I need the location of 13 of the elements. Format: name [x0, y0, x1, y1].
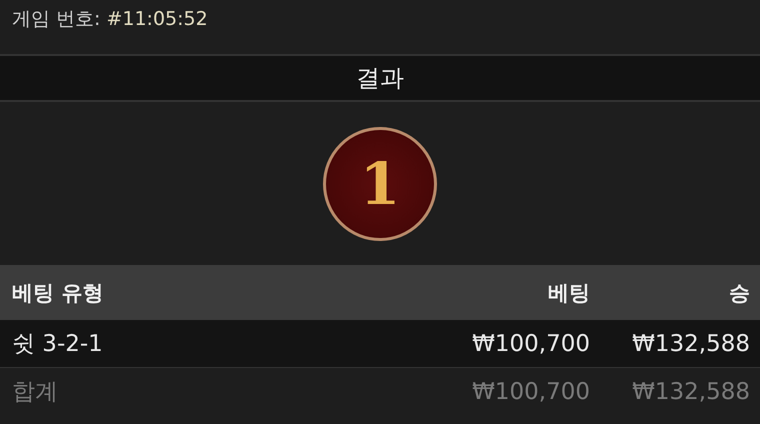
- table-cell-text: ₩100,700: [471, 330, 590, 356]
- table-cell-text: 합계: [12, 378, 59, 407]
- column-header: 베팅 유형: [12, 280, 104, 306]
- result-header: 결과: [0, 54, 760, 102]
- table-cell-text: ₩100,700: [471, 378, 590, 404]
- column-header: 베팅: [547, 280, 590, 306]
- table-cell-text: 쉿 3-2-1: [12, 330, 104, 359]
- game-number: #11:05:52: [106, 8, 208, 30]
- game-number-label: 게임 번호:: [12, 7, 100, 32]
- table-cell-text: ₩132,588: [631, 378, 750, 404]
- column-header: 승: [728, 280, 750, 306]
- table-cell-text: ₩132,588: [631, 330, 750, 356]
- result-ball: 1: [323, 126, 437, 240]
